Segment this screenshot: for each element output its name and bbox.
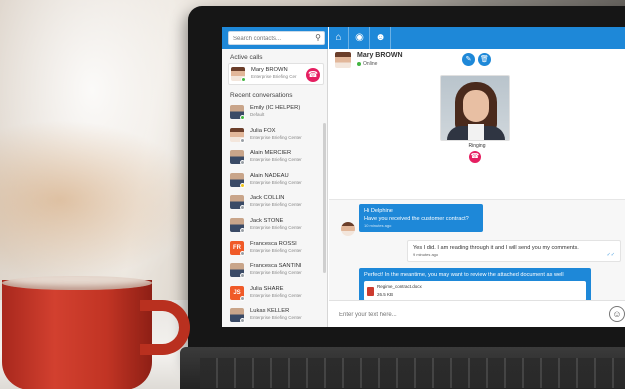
message-line: Have you received the customer contract? xyxy=(364,216,469,222)
recent-conversation-item[interactable]: Jack COLLIN Enterprise Briefing Center xyxy=(228,192,324,214)
avatar xyxy=(341,222,355,236)
composer: ☺ xyxy=(329,300,625,327)
contact-company: Enterprise Briefing Center xyxy=(250,157,302,163)
presence-offline-icon xyxy=(240,228,245,233)
presence-offline-icon xyxy=(240,273,245,279)
contact-company: Enterprise Briefing Center xyxy=(250,202,302,208)
message-time: 9 minutes ago ✓✓ xyxy=(413,252,615,258)
message-line: Hi Delphine xyxy=(364,208,393,214)
presence-offline-icon xyxy=(240,318,245,324)
contact-name: Emily (IC HELPER) xyxy=(250,105,301,111)
presence-away-icon xyxy=(240,182,245,188)
contact-company: Enterprise Briefing Center xyxy=(250,292,302,298)
sidebar-header: ⚲ xyxy=(222,27,328,49)
message-bubble: Yes I did. I am reading through it and I… xyxy=(407,240,621,262)
coffee-cup xyxy=(2,280,152,389)
contact-name: Alain NADEAU xyxy=(250,172,289,179)
attachment-name: Regime_contract.docx xyxy=(377,284,422,289)
presence-offline-icon xyxy=(240,205,245,211)
search-box[interactable]: ⚲ xyxy=(228,31,325,45)
presence-offline-icon xyxy=(240,137,245,143)
recent-conversation-item[interactable]: Alain MERCIER Enterprise Briefing Center xyxy=(228,147,324,169)
recent-conversation-item[interactable]: Alain NADEAU Enterprise Briefing Center xyxy=(228,170,324,192)
sidebar-scrollbar[interactable] xyxy=(323,123,326,273)
trash-icon[interactable]: 🗑 xyxy=(478,53,491,66)
sidebar: ⚲ Active calls Mary BROWN Enterprise Bri… xyxy=(222,27,328,327)
contact-name: Francesca ROSSI xyxy=(250,240,297,247)
user-icon[interactable]: ☻ xyxy=(371,27,391,49)
active-call-item[interactable]: Mary BROWN Enterprise Briefing Cer ☎ xyxy=(228,63,324,85)
contact-company: Enterprise Briefing Center xyxy=(250,270,302,276)
emoji-icon[interactable]: ☺ xyxy=(609,306,625,322)
active-call-company: Enterprise Briefing Cer xyxy=(251,74,297,79)
message-time-text: 9 minutes ago xyxy=(413,252,439,257)
recent-conversation-item[interactable]: JS Julia SHARE Enterprise Briefing Center xyxy=(228,283,324,305)
contact-name: Mary BROWN xyxy=(357,52,403,59)
contact-name: Francesca SANTINI xyxy=(250,263,302,270)
message-line: Perfect! In the meantime, you may want t… xyxy=(364,272,564,278)
video-person-shirt xyxy=(468,124,484,140)
recent-conversations-title: Recent conversations xyxy=(230,92,293,99)
call-status-label: Ringing xyxy=(468,143,486,149)
message-bubble: Perfect! In the meantime, you may want t… xyxy=(359,268,591,304)
message-line: Yes I did. I am reading through it and I… xyxy=(413,245,579,251)
coffee-cup-rim xyxy=(2,276,152,290)
keyboard-keys xyxy=(200,358,625,388)
recent-conversation-item[interactable]: Francesca SANTINI Enterprise Briefing Cen… xyxy=(228,260,324,282)
attach-icon[interactable]: ✎ xyxy=(462,53,475,66)
message-bubble: Hi Delphine Have you received the custom… xyxy=(359,204,483,232)
contact-header: Mary BROWN Online xyxy=(329,49,625,71)
contact-company: Default xyxy=(250,112,265,117)
recent-conversation-item[interactable]: Lukas KELLER Enterprise Briefing Center xyxy=(228,305,324,327)
search-icon[interactable]: ⚲ xyxy=(315,33,321,42)
contact-name: Jack COLLIN xyxy=(250,195,285,202)
contact-name: Julia SHARE xyxy=(250,285,284,292)
presence-online-icon xyxy=(240,115,245,120)
contact-company: Enterprise Briefing Center xyxy=(250,247,302,253)
read-check-icon: ✓✓ xyxy=(606,252,615,258)
attachment[interactable]: Regime_contract.docx 26.5 KB xyxy=(364,281,586,301)
background-bokeh xyxy=(0,120,200,280)
video-person-face xyxy=(463,90,489,122)
top-toolbar: ⌂ ◉ ☻ xyxy=(329,27,625,49)
presence-offline-icon xyxy=(240,160,245,166)
contact-company: Enterprise Briefing Center xyxy=(250,179,302,185)
hangup-icon[interactable]: ☎ xyxy=(306,68,320,82)
contact-name: Jack STONE xyxy=(250,218,284,224)
active-call-name: Mary BROWN xyxy=(251,67,288,73)
message-time: 10 minutes ago xyxy=(364,223,392,228)
presence-online-icon xyxy=(357,62,361,66)
document-icon xyxy=(367,286,374,296)
contact-status: Online xyxy=(363,61,378,67)
recent-conversation-item[interactable]: FR Francesca ROSSI Enterprise Briefing Cen… xyxy=(228,238,324,260)
presence-offline-icon xyxy=(240,295,245,301)
hangup-call-button[interactable]: ☎ xyxy=(469,151,481,163)
contact-company: Enterprise Briefing Center xyxy=(250,315,302,321)
conversation-panel: ⌂ ◉ ☻ Mary BROWN Online ✎ 🗑 Ringing ☎ Hi… xyxy=(329,27,625,327)
message-input[interactable] xyxy=(339,309,589,320)
contact-company: Enterprise Briefing Center xyxy=(250,225,302,230)
active-calls-title: Active calls xyxy=(230,54,263,61)
attachment-size: 26.5 KB xyxy=(377,292,394,297)
contact-company: Enterprise Briefing Center xyxy=(250,134,302,140)
recent-conversation-item[interactable]: Jack STONE Enterprise Briefing Center xyxy=(228,215,324,237)
home-icon[interactable]: ⌂ xyxy=(329,27,349,49)
search-input[interactable] xyxy=(233,33,311,44)
recent-conversation-item[interactable]: Emily (IC HELPER) Default xyxy=(228,102,324,124)
app-screen: ⚲ Active calls Mary BROWN Enterprise Bri… xyxy=(222,27,625,327)
presence-online-icon xyxy=(241,77,246,82)
contact-name: Julia FOX xyxy=(250,127,276,134)
contact-name: Lukas KELLER xyxy=(250,308,290,315)
chat-history: Hi Delphine Have you received the custom… xyxy=(329,200,625,304)
presence-offline-icon xyxy=(240,250,245,256)
video-preview xyxy=(440,75,510,141)
recent-conversation-item[interactable]: Julia FOX Enterprise Briefing Center xyxy=(228,125,324,147)
avatar xyxy=(335,52,351,68)
globe-icon[interactable]: ◉ xyxy=(350,27,370,49)
contact-name: Alain MERCIER xyxy=(250,150,292,157)
